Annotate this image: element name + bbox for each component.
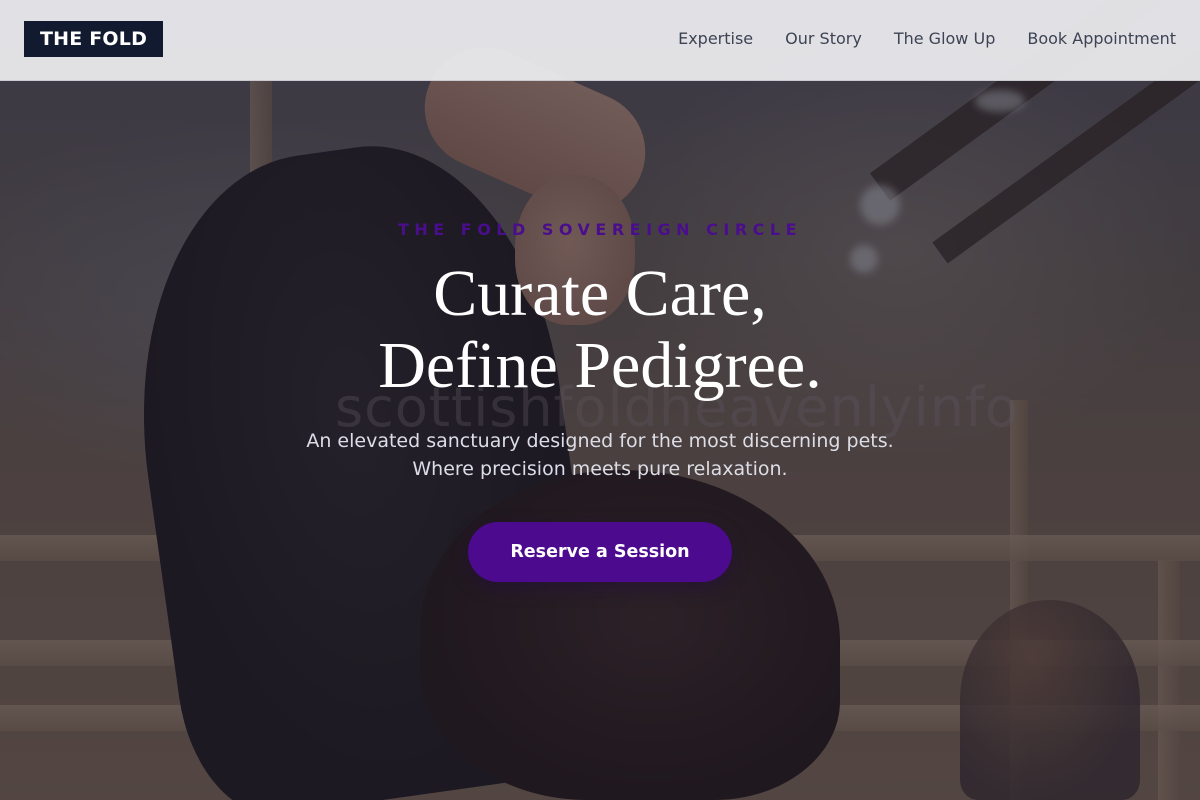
nav-link-book-appointment[interactable]: Book Appointment bbox=[1027, 29, 1176, 48]
hero-headline-line2: Define Pedigree. bbox=[378, 329, 822, 402]
hero-headline-line1: Curate Care, bbox=[433, 257, 767, 330]
hero-subheading: An elevated sanctuary designed for the m… bbox=[0, 427, 1200, 483]
hero-headline: Curate Care, Define Pedigree. bbox=[0, 258, 1200, 402]
nav-link-our-story[interactable]: Our Story bbox=[785, 29, 862, 48]
site-logo[interactable]: THE FOLD bbox=[24, 21, 164, 57]
site-header: THE FOLD Expertise Our Story The Glow Up… bbox=[0, 0, 1200, 81]
hero-subheading-line2: Where precision meets pure relaxation. bbox=[412, 458, 788, 480]
hero-section: THE FOLD SOVEREIGN CIRCLE Curate Care, D… bbox=[0, 0, 1200, 800]
hero-eyebrow: THE FOLD SOVEREIGN CIRCLE bbox=[397, 220, 803, 239]
nav-link-glow-up[interactable]: The Glow Up bbox=[894, 29, 996, 48]
hero-subheading-line1: An elevated sanctuary designed for the m… bbox=[306, 430, 894, 452]
main-nav: Expertise Our Story The Glow Up Book App… bbox=[678, 29, 1176, 48]
landing-page: scottishfoldheavenlyinfo THE FOLD Expert… bbox=[0, 0, 1200, 800]
nav-link-expertise[interactable]: Expertise bbox=[678, 29, 753, 48]
reserve-session-button[interactable]: Reserve a Session bbox=[468, 522, 732, 582]
